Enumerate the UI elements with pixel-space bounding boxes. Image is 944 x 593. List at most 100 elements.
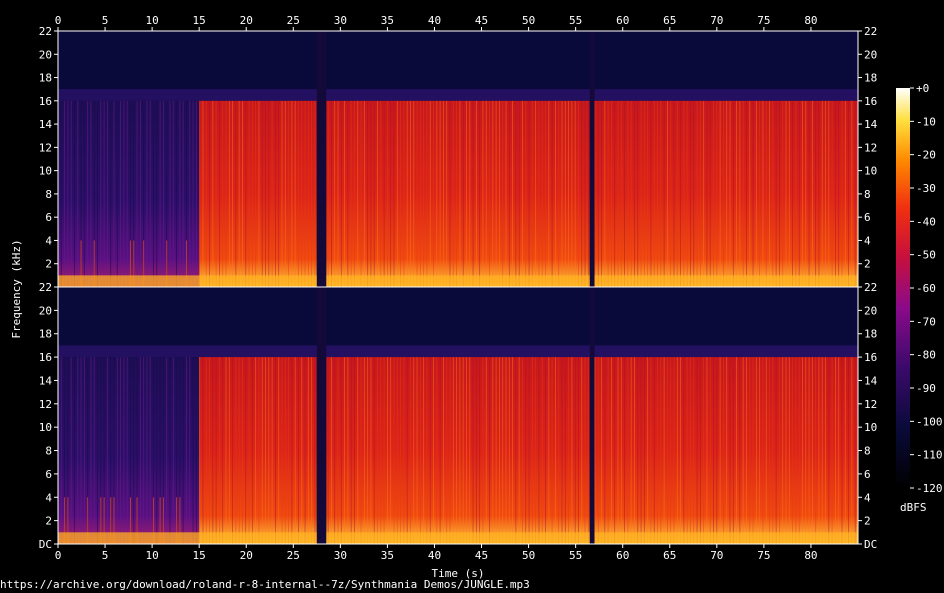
x-tick-label-bottom: 5 [102,549,109,562]
y-tick-label-right: 20 [864,48,877,61]
x-tick-label-bottom: 80 [804,549,817,562]
x-tick-label-top: 30 [334,14,347,27]
channel-2-panel [57,287,858,544]
x-tick-label-top: 10 [145,14,158,27]
x-tick-label-top: 20 [240,14,253,27]
y-tick-label-left: 16 [39,351,52,364]
colorbar-label: dBFS [900,501,927,514]
segment-loud [594,357,858,544]
y-tick-label-left: 8 [45,445,52,458]
y-tick-label-left: 2 [45,515,52,528]
segment-loud [594,100,858,288]
y-tick-label-right: 12 [864,141,877,154]
colorbar-tick-label: -110 [916,449,943,462]
y-tick-label-right: 4 [864,491,871,504]
colorbar: dBFS +0 -10 -20 -30 -40 -50 -60 -70 -80 -90 -100 -1… [896,82,943,514]
y-tick-label-right: 10 [864,165,877,178]
x-tick-label-top: 0 [55,14,62,27]
x-tick-label-top: 15 [193,14,206,27]
y-tick-label-left: 10 [39,165,52,178]
x-tick-label-top: 60 [616,14,629,27]
y-tick-label-right: 2 [864,515,871,528]
low-frequency-band [58,532,858,544]
silence-gap [316,31,327,287]
cutoff-band [58,345,858,358]
colorbar-tick-label: -40 [916,215,936,228]
y-tick-label-right: 16 [864,351,877,364]
segment-loud [326,100,590,288]
y-tick-label-left: 4 [45,491,52,504]
colorbar-tick-label: -120 [916,482,943,495]
y-tick-label-left: 18 [39,328,52,341]
silence-gap [589,287,595,544]
x-tick-label-bottom: 20 [240,549,253,562]
x-tick-label-top: 55 [569,14,582,27]
x-tick-label-bottom: 75 [757,549,770,562]
y-tick-label-left: 6 [45,211,52,224]
y-tick-label-right: 10 [864,421,877,434]
y-tick-label-right: 14 [864,118,878,131]
y-tick-label-left: 10 [39,421,52,434]
y-tick-label-left: 22 [39,25,52,38]
y-tick-label-left: 16 [39,95,52,108]
y-tick-label-left: 12 [39,398,52,411]
segment-loud [199,100,317,288]
colorbar-tick-label: -50 [916,249,936,262]
y-tick-label-right: 22 [864,25,877,38]
cutoff-band [58,89,858,101]
x-tick-label-top: 5 [102,14,109,27]
x-tick-label-bottom: 45 [475,549,488,562]
x-tick-label-bottom: 55 [569,549,582,562]
segment-quiet [58,357,200,544]
low-frequency-band [58,275,858,287]
segment-quiet [58,100,200,288]
x-tick-label-bottom: 65 [663,549,676,562]
y-tick-label-left: 2 [45,258,52,271]
y-tick-label-left: DC [39,538,52,551]
y-tick-label-right: 4 [864,234,871,247]
y-tick-label-right: 20 [864,304,877,317]
x-tick-label-top: 65 [663,14,676,27]
colorbar-tick-label: -60 [916,282,936,295]
y-tick-label-left: 18 [39,72,52,85]
y-tick-label-right: 22 [864,281,877,294]
y-tick-label-left: 4 [45,234,52,247]
y-tick-label-left: 14 [39,118,53,131]
x-tick-label-top: 75 [757,14,770,27]
segment-loud [326,357,590,544]
y-tick-label-right: 12 [864,398,877,411]
y-tick-label-right: 14 [864,374,878,387]
x-tick-label-top: 80 [804,14,817,27]
x-tick-label-bottom: 35 [381,549,394,562]
x-tick-label-bottom: 25 [287,549,300,562]
x-tick-label-top: 35 [381,14,394,27]
source-url: https://archive.org/download/roland-r-8-… [0,578,530,591]
colorbar-tick-label: -10 [916,115,936,128]
y-tick-label-left: 20 [39,304,52,317]
y-tick-label-left: 20 [39,48,52,61]
y-tick-label-right: DC [864,538,877,551]
colorbar-tick-label: -80 [916,349,936,362]
y-tick-label-right: 16 [864,95,877,108]
colorbar-gradient [896,88,910,488]
y-tick-label-right: 18 [864,72,877,85]
y-tick-label-right: 6 [864,211,871,224]
silence-gap [589,31,595,287]
x-tick-label-bottom: 10 [145,549,158,562]
y-axis-label: Frequency (kHz) [10,239,23,338]
y-tick-label-left: 12 [39,141,52,154]
y-tick-label-left: 22 [39,281,52,294]
y-tick-label-right: 8 [864,445,871,458]
colorbar-tick-label: -70 [916,315,936,328]
y-tick-label-left: 14 [39,374,53,387]
x-tick-label-bottom: 50 [522,549,535,562]
colorbar-tick-label: +0 [916,82,929,95]
x-tick-label-top: 70 [710,14,723,27]
x-tick-label-bottom: 15 [193,549,206,562]
x-tick-label-bottom: 0 [55,549,62,562]
x-tick-label-top: 40 [428,14,441,27]
spectrogram-figure: 0055101015152020252530303535404045455050… [10,14,943,580]
silence-gap [316,287,327,544]
y-tick-label-left: 8 [45,188,52,201]
y-tick-label-left: 6 [45,468,52,481]
